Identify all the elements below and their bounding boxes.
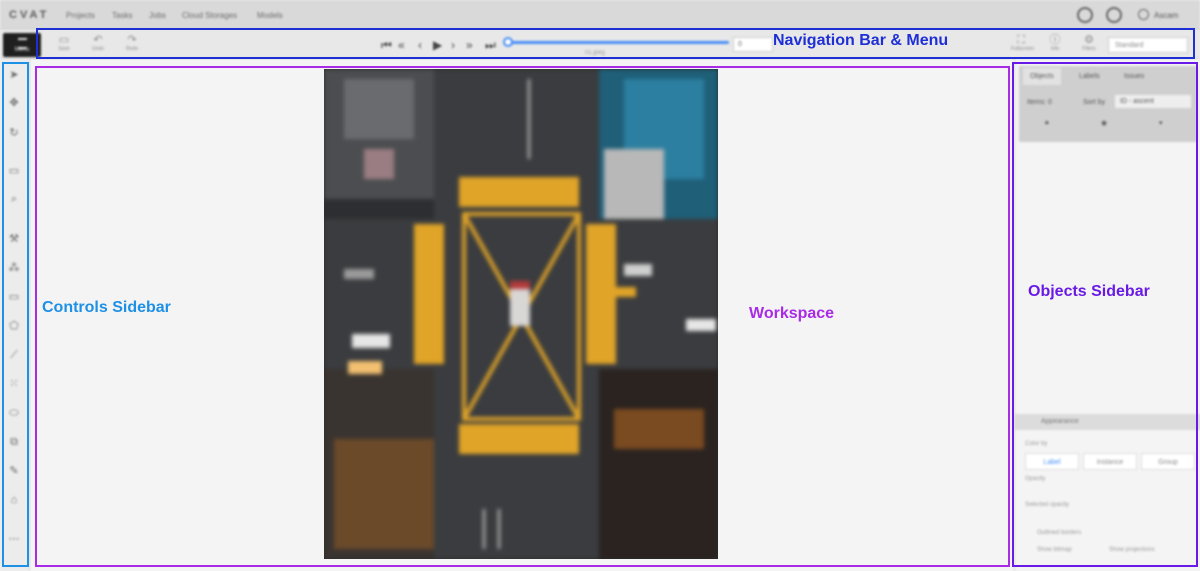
app-logo[interactable]: CVAT	[9, 9, 49, 21]
objects-sidebar-annotation: Objects Sidebar	[1028, 283, 1150, 300]
user-name[interactable]: Ascam	[1154, 11, 1178, 20]
workspace-region-box	[35, 66, 1010, 567]
help-icon[interactable]	[1106, 7, 1122, 23]
nav-jobs[interactable]: Jobs	[149, 11, 166, 20]
nav-tasks[interactable]: Tasks	[112, 11, 132, 20]
top-header: CVAT Projects Tasks Jobs Cloud Storages …	[0, 0, 1200, 30]
nav-cloud-storages[interactable]: Cloud Storages	[182, 11, 237, 20]
navigation-bar-annotation: Navigation Bar & Menu	[773, 32, 949, 49]
github-icon[interactable]	[1077, 7, 1093, 23]
nav-projects[interactable]: Projects	[66, 11, 95, 20]
nav-models[interactable]: Models	[257, 11, 283, 20]
controls-sidebar-annotation: Controls Sidebar	[42, 299, 171, 316]
navigation-region-box	[36, 28, 1195, 59]
workspace-annotation: Workspace	[749, 305, 835, 322]
objects-region-box	[1012, 62, 1198, 567]
user-icon[interactable]	[1138, 9, 1149, 20]
controls-region-box	[2, 62, 29, 567]
